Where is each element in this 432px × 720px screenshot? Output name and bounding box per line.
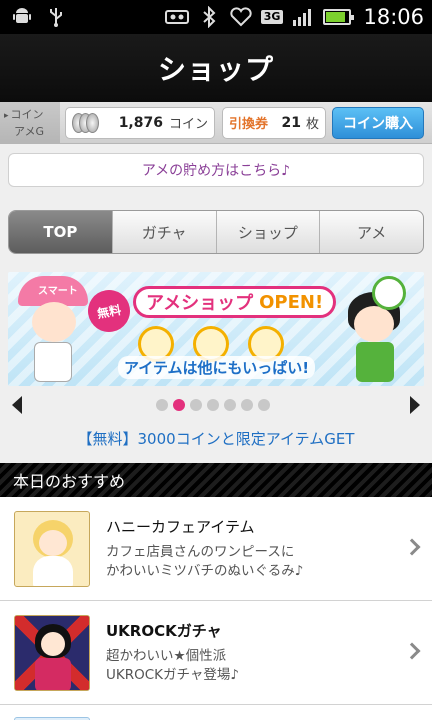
chevron-right-icon [403, 538, 421, 556]
chevron-right-icon [403, 642, 421, 660]
hat-label: スマート [38, 286, 78, 297]
list-item[interactable]: ハニーカフェアイテム カフェ店員さんのワンピースに かわいいミツバチのぬいぐるみ… [0, 497, 432, 601]
avatar-right-face [354, 306, 394, 342]
3g-icon: 3G [260, 10, 284, 24]
coin-count: 1,876 [118, 114, 163, 131]
item-thumbnail [14, 614, 90, 691]
list-item[interactable]: UKROCKガチャ 超かわいい★個性派 UKROCKガチャ登場♪ [0, 601, 432, 705]
tab-gacha[interactable]: ガチャ [111, 211, 216, 253]
tab-ame[interactable]: アメ [319, 211, 423, 253]
ticket-unit: 枚 [305, 117, 319, 132]
list-item-title: ハニーカフェアイテム [106, 518, 255, 536]
ame-earn-link[interactable]: アメの貯め方はこちら♪ [8, 153, 424, 187]
status-bar: 3G 18:06 [0, 0, 432, 34]
battery-icon [323, 9, 355, 25]
banner-open-text: OPEN! [259, 291, 324, 313]
coin-tag: ▸ コイン アメG [0, 101, 60, 144]
section-heading: 本日のおすすめ [0, 463, 432, 497]
usb-icon [44, 6, 68, 28]
promo-link[interactable]: 【無料】3000コインと限定アイテムGET [0, 428, 432, 449]
list-item-desc: かわいいミツバチのぬいぐるみ♪ [106, 563, 304, 579]
title-bar: ショップ [0, 34, 432, 102]
coin-unit: コイン [168, 117, 208, 132]
triangle-icon: ▸ [4, 110, 9, 121]
list-item-desc: カフェ店員さんのワンピースに [106, 544, 295, 560]
carousel-dots [156, 399, 270, 411]
coin-stack-icon [72, 112, 100, 133]
carousel-next-icon[interactable] [410, 396, 420, 414]
android-icon [10, 6, 34, 28]
clock: 18:06 [363, 5, 424, 29]
avatar-right-badge [372, 276, 406, 310]
carousel-dot[interactable] [224, 399, 236, 411]
banner-title: アメショップ OPEN! [133, 286, 337, 318]
voicemail-icon [164, 6, 189, 28]
carousel-dot[interactable] [258, 399, 270, 411]
coin-balance: 1,876 コイン [65, 106, 215, 139]
ticket-balance: 引換券 21 枚 [222, 106, 326, 139]
buy-coins-button[interactable]: コイン購入 [332, 106, 424, 139]
avatar-left-face [32, 302, 76, 342]
carousel-dot[interactable] [173, 399, 185, 411]
shop-tabs: TOP ガチャ ショップ アメ [8, 210, 424, 254]
list-item-desc: UKROCKガチャ登場♪ [106, 667, 239, 683]
carousel-dot[interactable] [207, 399, 219, 411]
signal-icon [291, 6, 315, 28]
bluetooth-icon [197, 6, 221, 28]
item-thumbnail [14, 510, 90, 587]
tab-top[interactable]: TOP [9, 211, 112, 253]
item-thumbnail [14, 716, 90, 720]
list-item-desc: 超かわいい★個性派 [106, 648, 227, 664]
carousel-prev-icon[interactable] [12, 396, 22, 414]
coin-bar: ▸ コイン アメG 1,876 コイン 引換券 21 枚 コイン購入 [0, 101, 432, 144]
list-item-title: UKROCKガチャ [106, 622, 222, 640]
banner-title-text: アメショップ [146, 293, 254, 314]
coin-tag-label: コイン [10, 107, 44, 121]
heart-app-icon [229, 6, 253, 28]
banner-subtitle: アイテムは他にもいっぱい! [118, 356, 316, 379]
avatar-right-body [356, 342, 394, 382]
avatar-left-body [34, 342, 72, 382]
ticket-count: 21 [281, 114, 301, 131]
ticket-label: 引換券 [229, 117, 269, 132]
list-item[interactable] [0, 705, 432, 720]
tab-shop[interactable]: ショップ [215, 211, 320, 253]
carousel-dot[interactable] [241, 399, 253, 411]
recommend-list: ハニーカフェアイテム カフェ店員さんのワンピースに かわいいミツバチのぬいぐるみ… [0, 497, 432, 720]
ame-tag-label: アメG [14, 124, 44, 138]
carousel-dot[interactable] [156, 399, 168, 411]
page-title: ショップ [157, 53, 274, 86]
carousel-dot[interactable] [190, 399, 202, 411]
promo-banner[interactable]: スマート 無料 アメショップ OPEN! アイテムは他にもいっぱい! [8, 272, 424, 386]
